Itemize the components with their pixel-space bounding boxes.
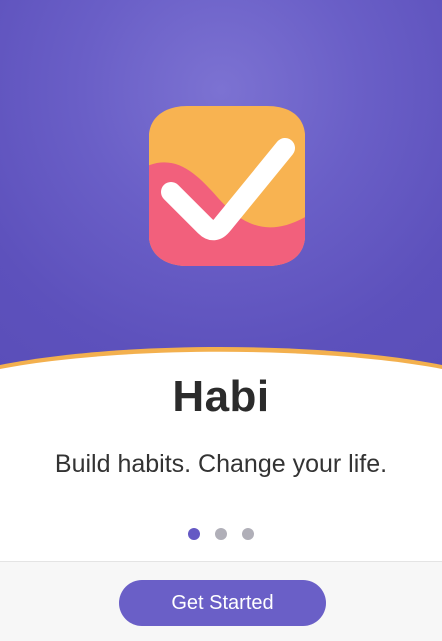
hero-banner [0, 0, 442, 380]
page-dot-1[interactable] [188, 528, 200, 540]
page-indicator [0, 528, 442, 540]
get-started-button[interactable]: Get Started [119, 580, 326, 626]
app-tagline: Build habits. Change your life. [54, 450, 388, 478]
checkmark-app-icon [149, 106, 305, 266]
app-title: Habi [172, 372, 270, 421]
footer-bar: Get Started [0, 561, 442, 641]
page-dot-3[interactable] [242, 528, 254, 540]
page-dot-2[interactable] [215, 528, 227, 540]
